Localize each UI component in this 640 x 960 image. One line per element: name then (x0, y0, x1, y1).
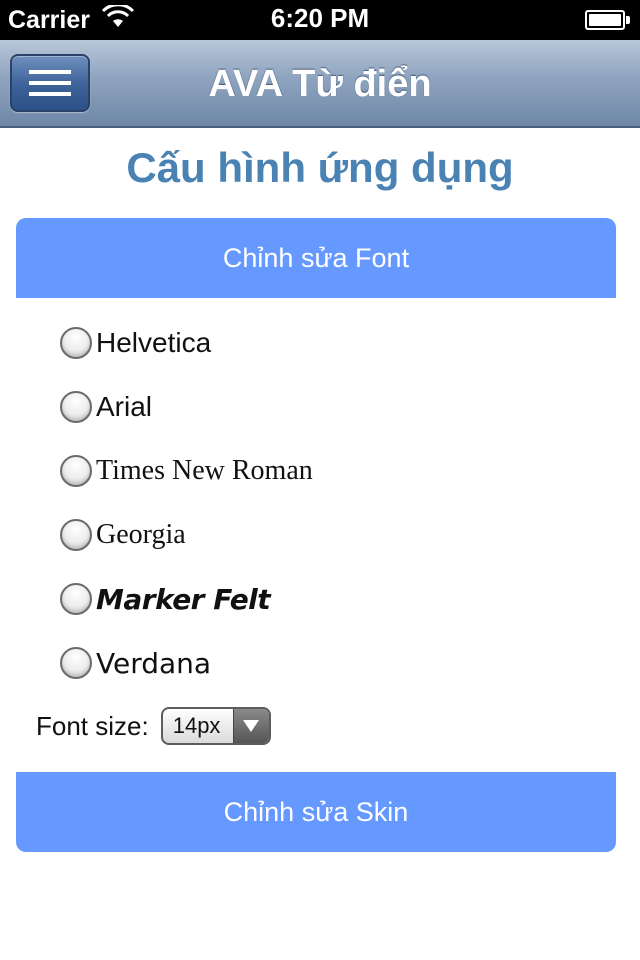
chevron-down-icon (232, 709, 269, 743)
font-option-label: Times New Roman (96, 455, 313, 486)
radio-button[interactable] (60, 455, 92, 487)
edit-font-header[interactable]: Chỉnh sửa Font (16, 218, 616, 298)
font-option-georgia[interactable]: Georgia (60, 510, 186, 560)
font-option-label: Verdana (96, 646, 212, 680)
page-title: Cấu hình ứng dụng (126, 144, 514, 191)
nav-bar: AVA Từ điển (0, 40, 640, 128)
status-bar: Carrier (0, 0, 640, 40)
font-size-label: Font size: (36, 710, 149, 741)
font-option-arial[interactable]: Arial (60, 382, 152, 432)
battery-icon (585, 10, 630, 30)
radio-button[interactable] (60, 391, 92, 423)
font-size-select[interactable]: 14px (160, 707, 271, 745)
nav-title: AVA Từ điển (208, 62, 432, 105)
wifi-icon (101, 2, 135, 36)
font-option-times-new-roman[interactable]: Times New Roman (60, 446, 313, 496)
hamburger-icon (29, 70, 71, 96)
font-size-row: Font size: 14px (36, 706, 271, 746)
font-option-marker-felt[interactable]: Marker Felt (60, 574, 271, 624)
menu-button[interactable] (10, 54, 90, 112)
radio-button[interactable] (60, 647, 92, 679)
font-option-helvetica[interactable]: Helvetica (60, 318, 211, 368)
font-option-label: Georgia (96, 519, 186, 550)
edit-skin-header[interactable]: Chỉnh sửa Skin (16, 772, 616, 852)
font-size-value: 14px (172, 713, 221, 738)
font-option-label: Marker Felt (96, 582, 271, 616)
font-option-label: Arial (96, 391, 153, 422)
radio-button[interactable] (60, 583, 92, 615)
carrier-label: Carrier (8, 5, 90, 34)
radio-button[interactable] (60, 519, 92, 551)
radio-button[interactable] (60, 327, 92, 359)
font-option-label: Helvetica (96, 327, 212, 358)
font-option-verdana[interactable]: Verdana (60, 638, 211, 688)
